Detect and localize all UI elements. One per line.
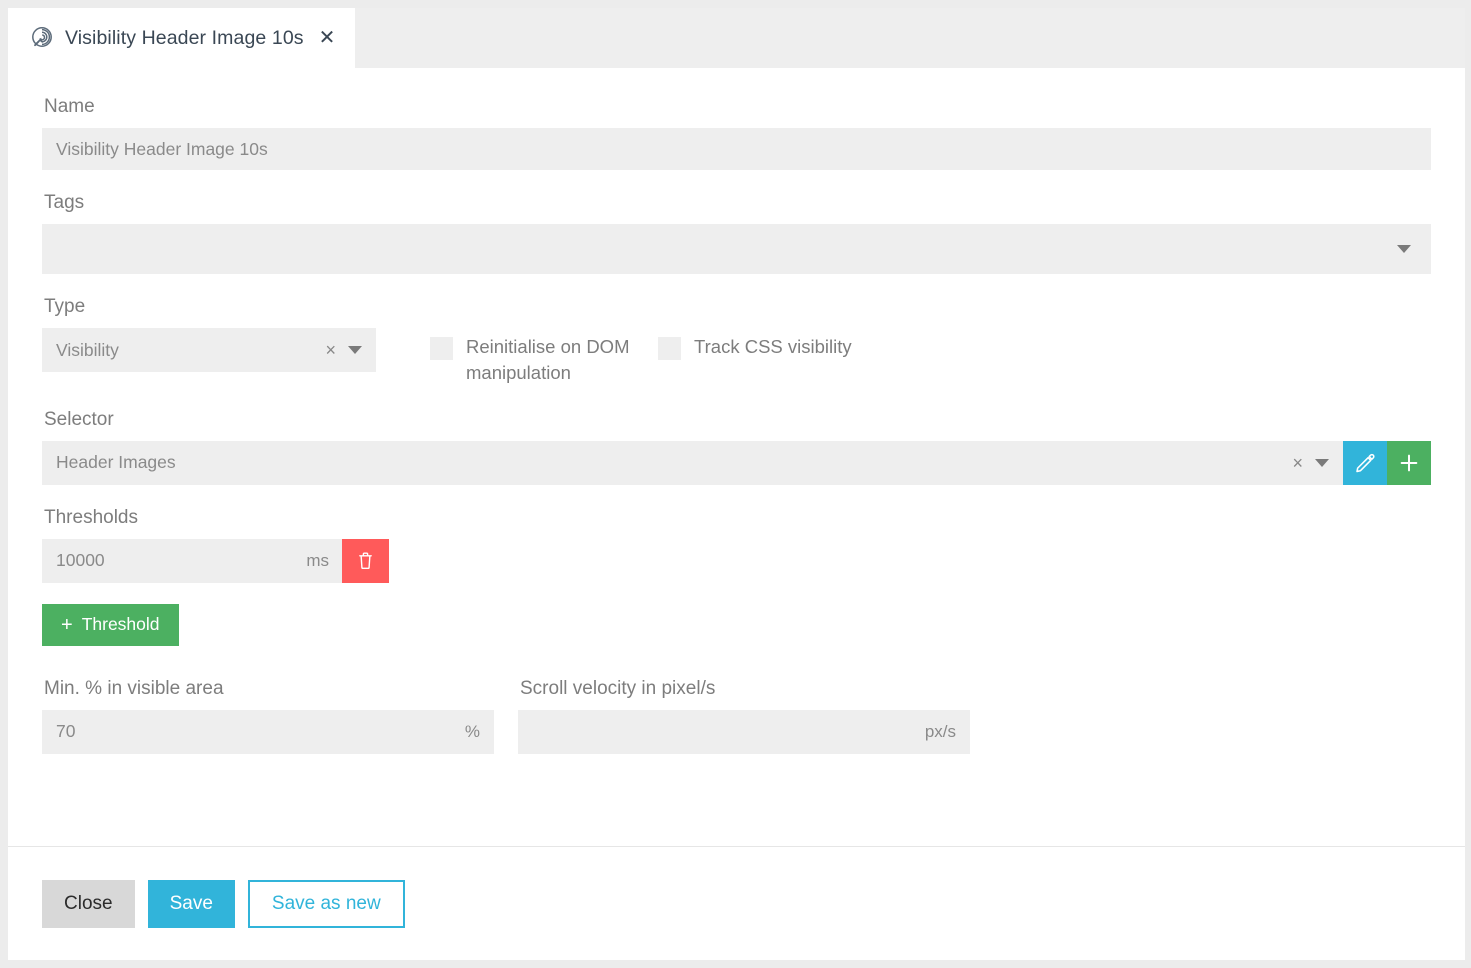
type-select[interactable]: Visibility ×: [42, 328, 376, 372]
clear-icon[interactable]: ×: [1292, 454, 1303, 472]
edit-selector-button[interactable]: [1343, 440, 1387, 485]
selector-label: Selector: [44, 408, 114, 430]
bottom-fields-row: Min. % in visible area 70 % Scroll veloc…: [42, 678, 1431, 754]
scroll-velocity-input[interactable]: px/s: [518, 709, 970, 754]
field-group-selector: Selector Header Images ×: [42, 409, 1431, 485]
type-value: Visibility: [56, 339, 119, 360]
close-button[interactable]: Close: [42, 879, 135, 928]
type-select-wrap: Visibility ×: [42, 328, 376, 372]
checkbox-track-css-label: Track CSS visibility: [694, 336, 852, 357]
field-group-tags: Tags: [42, 192, 1431, 274]
selector-select[interactable]: Header Images ×: [42, 440, 1343, 485]
chevron-down-icon[interactable]: [1315, 458, 1329, 467]
field-group-type: Type Visibility × Reinitialise on DOM ma…: [42, 296, 1431, 387]
add-threshold-label: Threshold: [81, 614, 160, 635]
field-group-name: Name: [42, 96, 1431, 170]
save-as-new-button[interactable]: Save as new: [247, 879, 405, 928]
selector-value: Header Images: [56, 452, 176, 473]
type-row: Visibility × Reinitialise on DOM manipul…: [42, 328, 1431, 387]
save-button[interactable]: Save: [147, 879, 235, 928]
field-group-scroll-velocity: Scroll velocity in pixel/s px/s: [518, 678, 970, 754]
checkbox-reinitialise-on-dom-manipulation[interactable]: Reinitialise on DOM manipulation: [430, 334, 630, 387]
thresholds-label: Thresholds: [44, 506, 138, 528]
clear-icon[interactable]: ×: [325, 341, 336, 359]
trash-icon: [359, 552, 372, 570]
min-visible-input[interactable]: 70 %: [42, 709, 494, 754]
add-selector-button[interactable]: [1387, 440, 1431, 485]
tab-visibility-header-image[interactable]: Visibility Header Image 10s ✕: [8, 8, 356, 68]
min-visible-label: Min. % in visible area: [44, 677, 224, 699]
threshold-row: 10000 ms: [42, 538, 389, 583]
plus-icon: [1400, 454, 1418, 471]
threshold-value: 10000: [56, 550, 105, 571]
field-group-min-visible: Min. % in visible area 70 %: [42, 678, 494, 754]
name-label: Name: [44, 96, 95, 117]
checkbox-reinitialise-label: Reinitialise on DOM manipulation: [466, 336, 630, 384]
pencil-icon: [1356, 453, 1375, 472]
scroll-velocity-label: Scroll velocity in pixel/s: [520, 677, 716, 699]
tab-title: Visibility Header Image 10s: [65, 26, 304, 49]
threshold-value-input[interactable]: 10000 ms: [42, 538, 342, 583]
threshold-unit: ms: [306, 550, 329, 570]
scroll-velocity-unit: px/s: [924, 721, 956, 741]
tab-bar: Visibility Header Image 10s ✕: [8, 8, 1465, 68]
tags-label: Tags: [44, 192, 85, 213]
chevron-down-icon[interactable]: [1397, 245, 1411, 253]
name-input[interactable]: [42, 128, 1431, 170]
tags-select[interactable]: [42, 224, 1431, 274]
tab-close-icon[interactable]: ✕: [319, 28, 336, 48]
checkbox-box[interactable]: [658, 337, 681, 360]
min-visible-value: 70: [56, 721, 76, 742]
checkbox-track-css-visibility[interactable]: Track CSS visibility: [658, 334, 852, 360]
checkbox-box[interactable]: [430, 337, 453, 360]
dialog-panel: Name Tags Type Visibility ×: [8, 68, 1465, 960]
app-root: Visibility Header Image 10s ✕ Name Tags …: [0, 0, 1471, 968]
field-group-thresholds: Thresholds 10000 ms + Threshold: [42, 507, 1431, 646]
visibility-target-icon: [32, 27, 52, 47]
plus-icon: +: [61, 613, 73, 636]
min-visible-unit: %: [464, 721, 480, 741]
chevron-down-icon[interactable]: [348, 346, 362, 354]
settings-form: Name Tags Type Visibility ×: [8, 68, 1465, 846]
add-threshold-button[interactable]: + Threshold: [42, 603, 179, 646]
selector-row: Header Images ×: [42, 440, 1431, 485]
delete-threshold-button[interactable]: [342, 538, 389, 583]
dialog-footer: Close Save Save as new: [8, 846, 1465, 960]
type-label: Type: [44, 296, 86, 317]
